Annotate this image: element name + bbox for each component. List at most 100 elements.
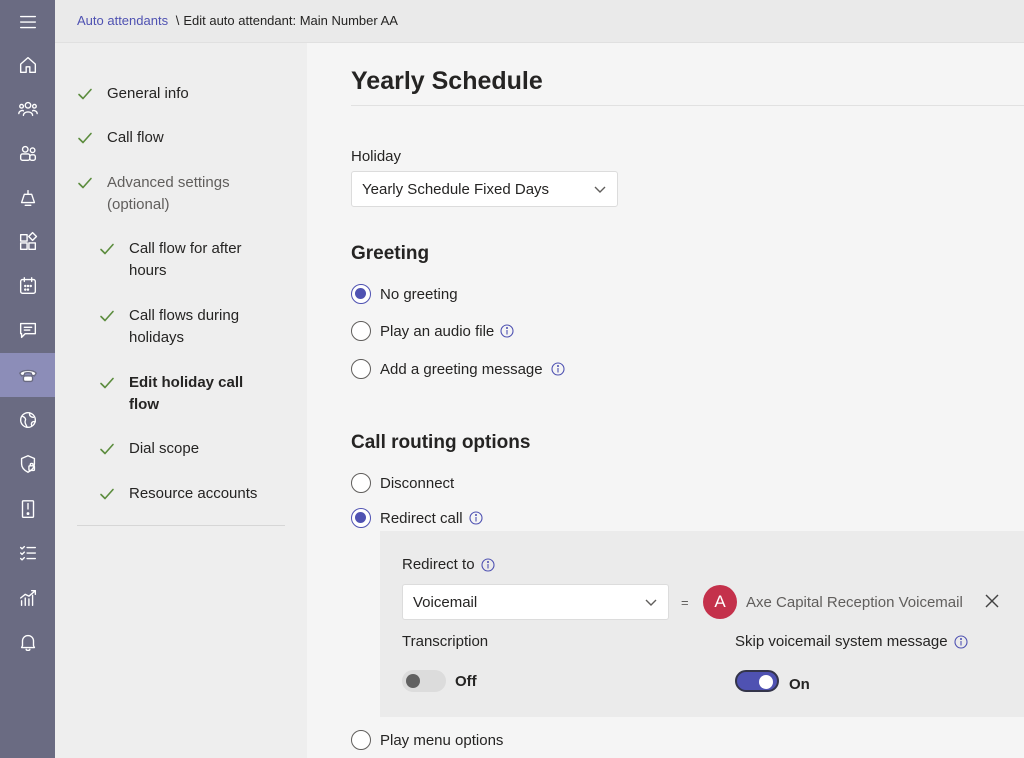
divider [77,525,285,526]
step-label-line1: Call flows during [129,307,240,324]
checkmark-icon [99,238,117,260]
avatar: A [703,585,737,619]
locations-icon[interactable] [0,398,55,442]
info-icon[interactable] [480,557,495,572]
holiday-dropdown[interactable]: Yearly Schedule Fixed Days [351,171,618,207]
radio-label: No greeting [380,285,458,303]
transcription-toggle[interactable] [402,670,446,692]
step-label: Dial scope [129,440,200,457]
step-label: Resource accounts [129,485,258,502]
chevron-down-icon [593,182,607,196]
routing-option-redirect[interactable]: Redirect call [351,508,483,528]
main-content: Yearly Schedule Holiday Yearly Schedule … [307,43,1024,758]
step-advanced-settings[interactable]: Advanced settings (optional) [77,172,230,216]
checkmark-icon [77,127,95,149]
checkmark-icon [77,83,95,105]
step-label-line1: Edit holiday call [129,374,244,391]
step-label-line2: (optional) [107,196,170,213]
step-resource-accounts[interactable]: Resource accounts [99,483,257,505]
step-call-flows-holidays[interactable]: Call flows during holidays [99,305,239,349]
checkmark-icon [99,305,117,327]
step-label-line2: hours [129,262,167,279]
policy-list-icon[interactable] [0,531,55,575]
step-label-line1: Call flow for after [129,240,242,257]
divider [351,105,1024,106]
step-edit-holiday-call-flow[interactable]: Edit holiday call flow [99,372,243,416]
radio-selected[interactable] [351,284,371,304]
transcription-label: Transcription [402,633,489,650]
radio-label: Add a greeting message [380,360,543,378]
meetings-icon[interactable] [0,176,55,220]
redirect-panel: Redirect to Voicemail = A Axe Capital Re… [380,531,1024,717]
info-icon[interactable] [954,634,968,649]
holiday-label: Holiday [351,148,402,165]
breadcrumb: Auto attendants \ Edit auto attendant: Ma… [77,13,398,28]
redirect-to-dropdown[interactable]: Voicemail [402,584,669,620]
radio-label: Redirect call [380,509,463,527]
voice-icon[interactable] [0,353,55,397]
notifications-icon[interactable] [0,620,55,664]
skip-voicemail-label: Skip voicemail system message [735,633,968,650]
breadcrumb-current: Edit auto attendant: Main Number AA [183,13,398,28]
users-icon[interactable] [0,87,55,131]
analytics-icon[interactable] [0,576,55,620]
step-label-line2: holidays [129,329,185,346]
step-general-info[interactable]: General info [77,83,189,105]
info-icon[interactable] [468,511,483,525]
hamburger-menu-icon[interactable] [0,0,55,44]
redirect-target-name: Axe Capital Reception Voicemail [746,594,963,611]
call-routing-title: Call routing options [351,432,531,453]
redirect-to-value: Voicemail [413,593,478,611]
breadcrumb-bar: Auto attendants \ Edit auto attendant: Ma… [55,0,1024,43]
skip-voicemail-toggle[interactable] [735,670,779,692]
equals-sign: = [681,595,689,610]
holiday-dropdown-value: Yearly Schedule Fixed Days [362,180,550,198]
routing-option-disconnect[interactable]: Disconnect [351,473,454,493]
step-dial-scope[interactable]: Dial scope [99,438,199,460]
redirect-to-label: Redirect to [402,556,495,573]
app-rail [0,0,55,758]
breadcrumb-link-auto-attendants[interactable]: Auto attendants [77,13,168,28]
messaging-icon[interactable] [0,308,55,352]
routing-option-menu[interactable]: Play menu options [351,730,503,750]
chevron-down-icon [644,595,658,609]
transcription-state: Off [455,673,477,690]
greeting-option-message[interactable]: Add a greeting message [351,359,565,379]
apps-icon[interactable] [0,220,55,264]
step-label-line2: flow [129,396,159,413]
page-title: Yearly Schedule [351,67,543,95]
radio-unselected[interactable] [351,473,371,493]
greeting-option-no-greeting[interactable]: No greeting [351,284,458,304]
radio-unselected[interactable] [351,321,371,341]
calendar-icon[interactable] [0,264,55,308]
step-call-flow[interactable]: Call flow [77,127,164,149]
info-icon[interactable] [500,324,514,338]
radio-unselected[interactable] [351,730,371,750]
step-label: General info [107,85,189,102]
breadcrumb-separator: \ [175,13,180,28]
home-icon[interactable] [0,43,55,87]
radio-selected[interactable] [351,508,371,528]
checkmark-icon [77,172,95,194]
checkmark-icon [99,483,117,505]
teams-icon[interactable] [0,131,55,175]
greeting-option-audio-file[interactable]: Play an audio file [351,321,514,341]
devices-icon[interactable] [0,487,55,531]
step-call-flow-after-hours[interactable]: Call flow for after hours [99,238,242,282]
greeting-title: Greeting [351,243,430,264]
info-icon[interactable] [551,362,565,376]
checkmark-icon [99,438,117,460]
radio-label: Disconnect [380,474,455,492]
security-icon[interactable] [0,442,55,486]
wizard-step-nav: General info Call flow Advanced settings… [55,43,307,758]
skip-voicemail-state: On [789,676,810,693]
close-icon[interactable] [983,592,1001,610]
radio-label: Play an audio file [380,322,495,340]
redirect-to-label-text: Redirect to [402,556,475,573]
checkmark-icon [99,372,117,394]
skip-voicemail-label-text: Skip voicemail system message [735,633,948,650]
step-label: Call flow [107,129,164,146]
step-label-line1: Advanced settings [107,174,230,191]
radio-unselected[interactable] [351,359,371,379]
radio-label: Play menu options [380,731,504,749]
